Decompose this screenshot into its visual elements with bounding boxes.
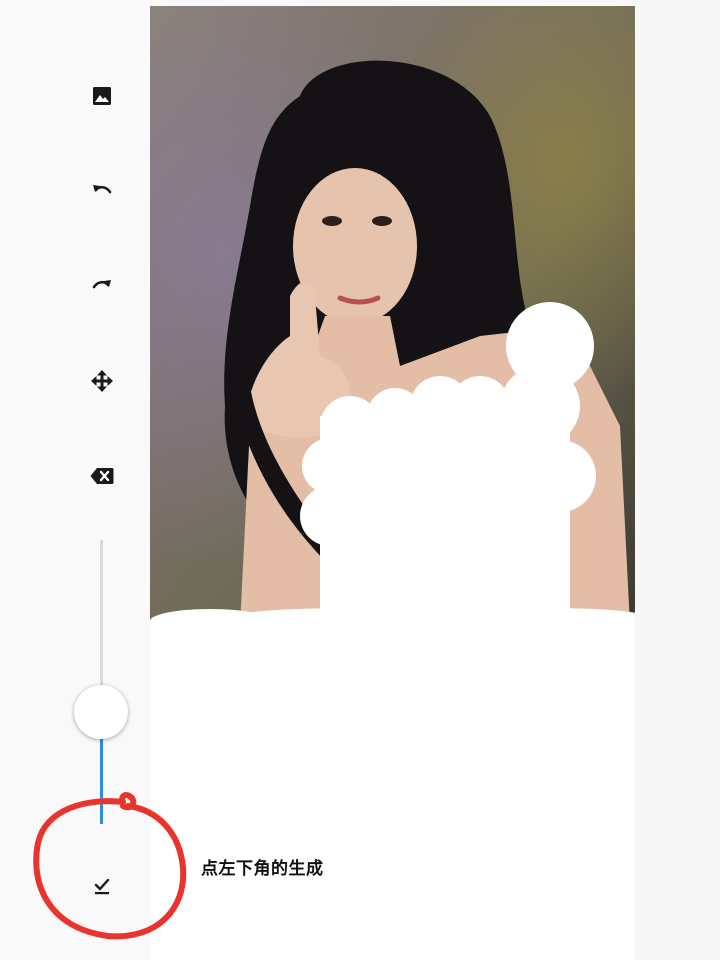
redo-icon bbox=[92, 280, 111, 289]
generate-button[interactable] bbox=[86, 870, 118, 902]
redo-button[interactable] bbox=[86, 270, 118, 302]
image-icon bbox=[93, 87, 111, 105]
check-icon bbox=[94, 878, 110, 895]
undo-icon bbox=[93, 185, 112, 194]
hint-text: 点左下角的生成 bbox=[201, 859, 324, 879]
left-toolbar bbox=[0, 0, 150, 960]
clear-button[interactable] bbox=[86, 460, 118, 492]
brush-size-slider-thumb[interactable] bbox=[74, 685, 128, 739]
clear-icon bbox=[90, 468, 114, 484]
image-button[interactable] bbox=[86, 80, 118, 112]
editor-app: 点左下角的生成 bbox=[0, 0, 720, 960]
mask-area bbox=[150, 620, 635, 960]
move-button[interactable] bbox=[86, 365, 118, 397]
right-margin bbox=[635, 0, 720, 960]
edit-canvas[interactable] bbox=[150, 6, 635, 960]
portrait-photo bbox=[150, 6, 635, 626]
move-icon bbox=[91, 370, 113, 392]
undo-button[interactable] bbox=[86, 175, 118, 207]
